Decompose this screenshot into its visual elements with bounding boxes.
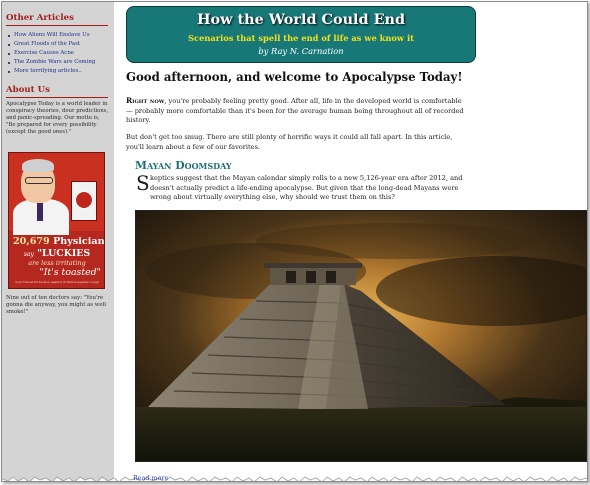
intro-text: , you're probably feeling pretty good. A… bbox=[126, 97, 464, 125]
read-more-link[interactable]: Read more bbox=[133, 474, 168, 481]
page-title: How the World Could End bbox=[196, 11, 406, 28]
doctor-tie bbox=[37, 203, 43, 221]
ad-physicians-line: 20,679 Physicians bbox=[13, 236, 104, 247]
intro-paragraph: Right now, you're probably feeling prett… bbox=[126, 96, 466, 126]
luckies-advertisement: 20,679 Physicians say "LUCKIES are less … bbox=[8, 152, 105, 289]
glasses-icon bbox=[25, 177, 53, 184]
byline: by Ray N. Carnation bbox=[258, 46, 344, 56]
sidebar: Other Articles How Aliens Will Enslave U… bbox=[2, 2, 114, 481]
article-list: How Aliens Will Enslave Us Great Floods … bbox=[6, 31, 110, 76]
ad-say: say bbox=[23, 251, 34, 258]
intro-paragraph-2: But don't get too smug. There are still … bbox=[126, 133, 453, 151]
lucky-strike-logo bbox=[75, 191, 93, 209]
section-paragraph: keptics suggest that the Mayan calendar … bbox=[150, 174, 463, 202]
article-link[interactable]: The Zombie Wars are Coming bbox=[6, 58, 110, 67]
about-text: Apocalypse Today is a world leader in co… bbox=[6, 101, 109, 136]
ad-less-irritating: are less irritating bbox=[28, 259, 86, 267]
ad-number: 20,679 bbox=[13, 236, 50, 247]
ad-caption: Nine out of ten doctors say: "You're gon… bbox=[6, 295, 107, 316]
pyramid-image bbox=[136, 211, 586, 461]
article-link[interactable]: How Aliens Will Enslave Us bbox=[6, 31, 110, 40]
ad-physicians: Physicians bbox=[53, 236, 105, 247]
torn-edge bbox=[2, 476, 587, 481]
ad-luckies-line: say "LUCKIES bbox=[13, 248, 101, 259]
section-title-mayan: Mayan Doomsday bbox=[135, 159, 232, 172]
page-subtitle: Scenarios that spell the end of life as … bbox=[188, 33, 414, 43]
ad-fine-print: Your Throat Protection against irritatio… bbox=[15, 280, 99, 284]
article-link[interactable]: Exercise Causes Acne bbox=[6, 49, 110, 58]
ad-luckies: "LUCKIES bbox=[37, 248, 91, 259]
title-banner: How the World Could End Scenarios that s… bbox=[126, 6, 476, 63]
page-frame: Other Articles How Aliens Will Enslave U… bbox=[1, 1, 588, 482]
section-dropcap: S bbox=[136, 171, 150, 195]
doctor-hair bbox=[22, 159, 54, 172]
about-us-heading: About Us bbox=[6, 85, 108, 98]
intro-lead: Right now bbox=[126, 96, 165, 105]
welcome-headline: Good afternoon, and welcome to Apocalyps… bbox=[126, 70, 463, 84]
more-articles-link[interactable]: More terrifying articles.. bbox=[6, 67, 110, 76]
other-articles-heading: Other Articles bbox=[6, 13, 108, 26]
article-link[interactable]: Great Floods of the Past bbox=[6, 40, 110, 49]
ad-its-toasted: "It's toasted" bbox=[39, 267, 101, 278]
mayan-pyramid-photo bbox=[135, 210, 587, 462]
